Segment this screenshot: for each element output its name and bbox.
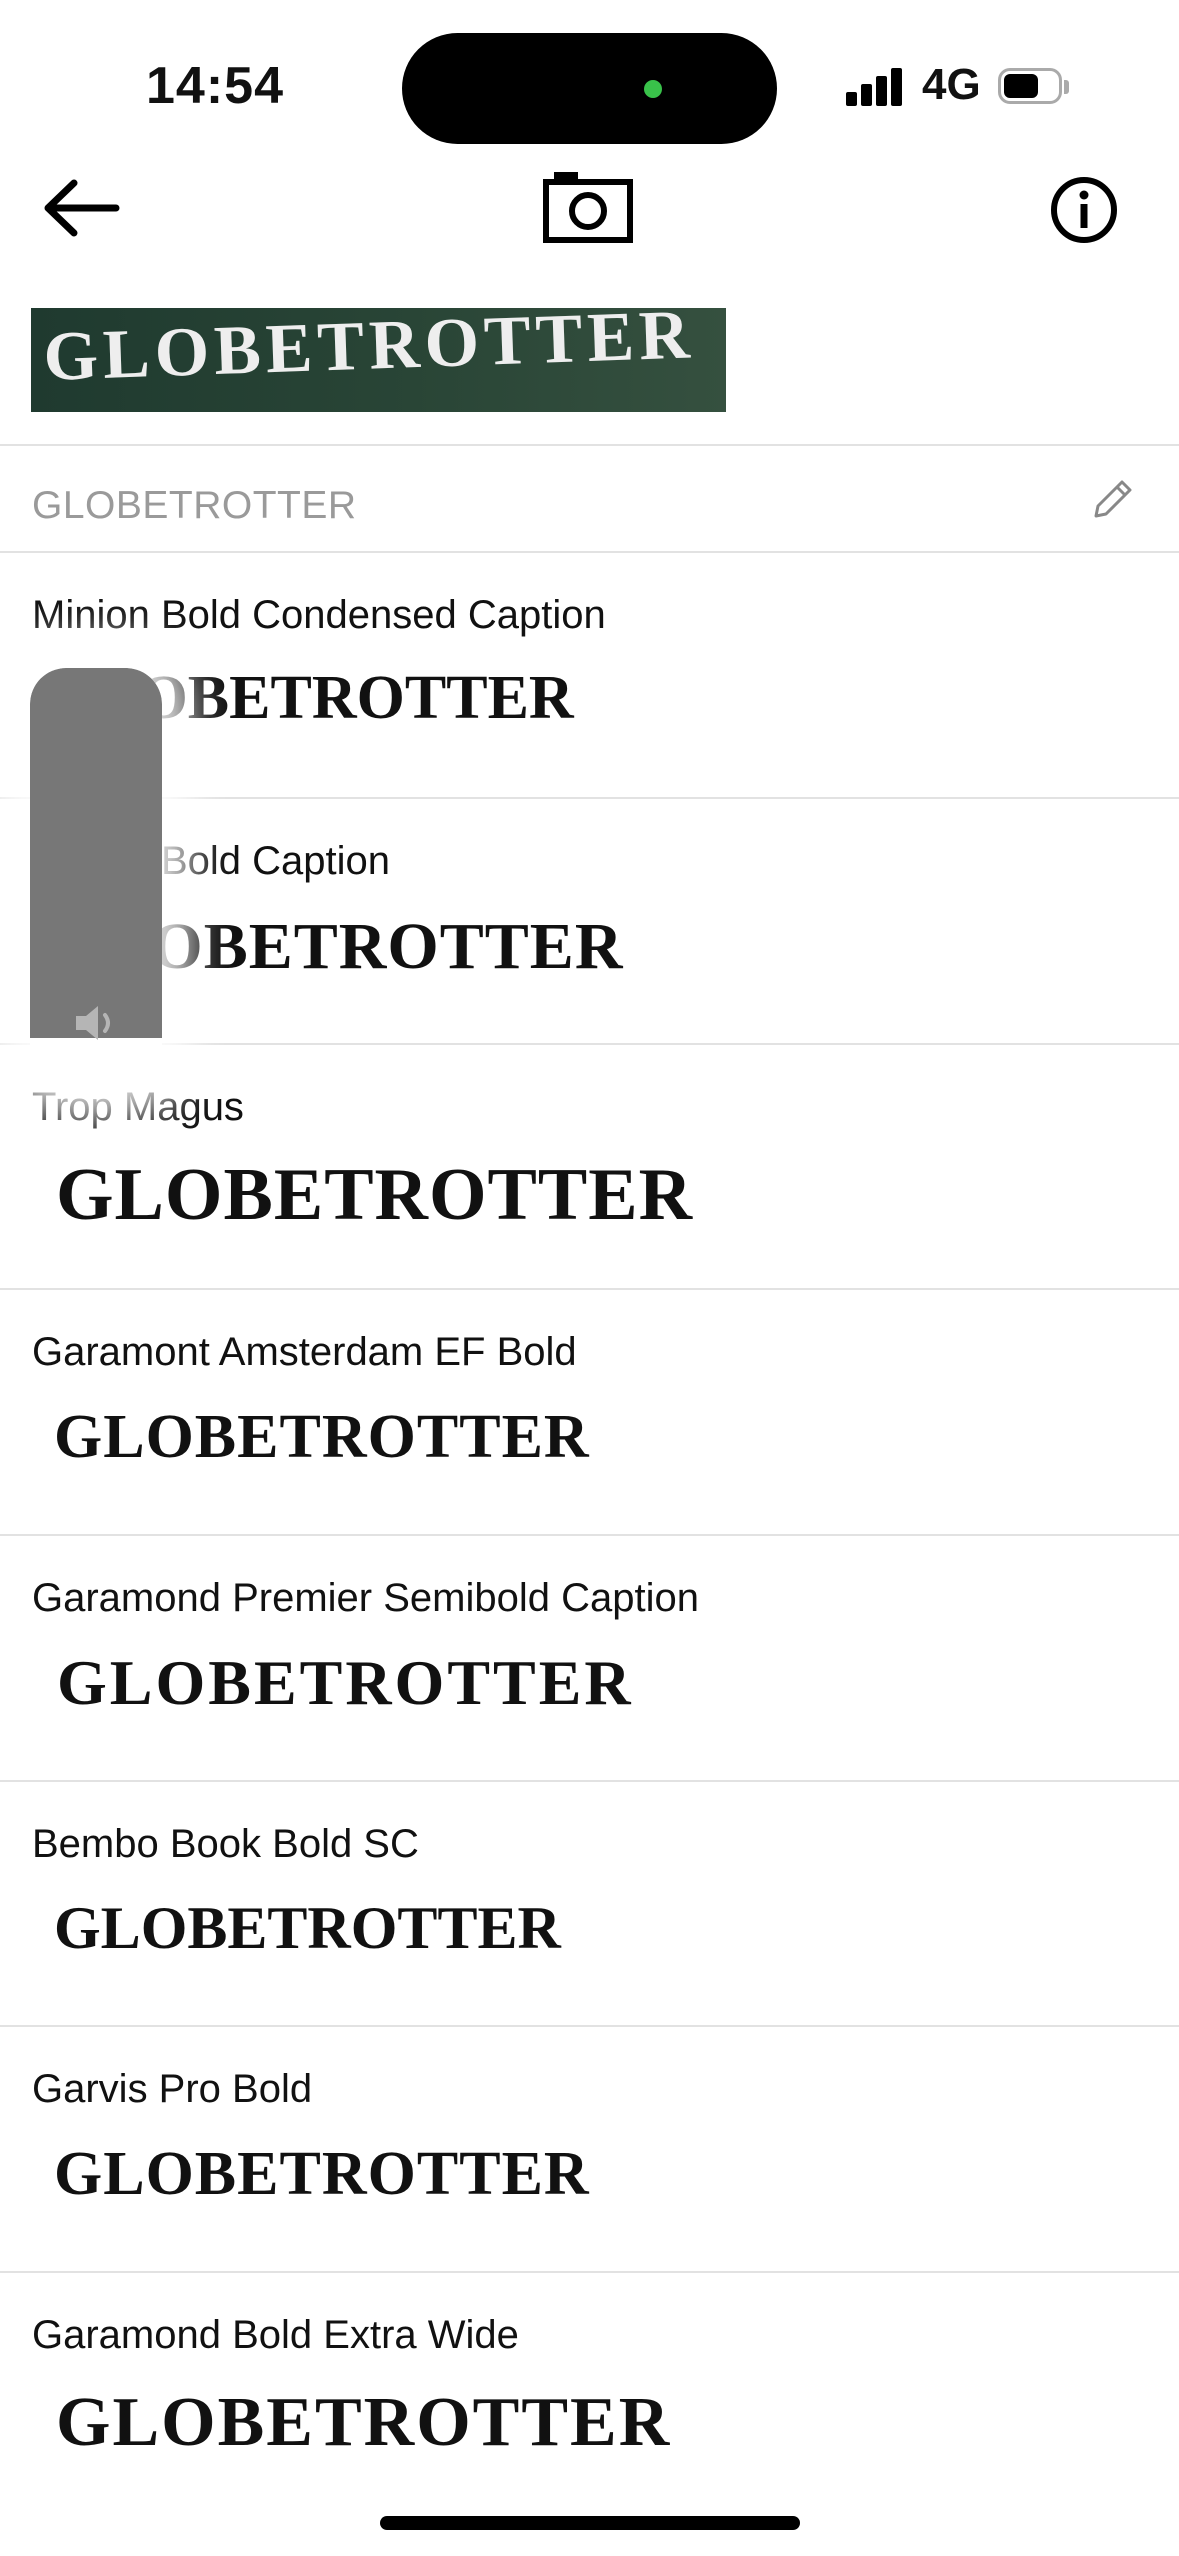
dynamic-island — [402, 33, 777, 144]
sample-text-image: GLOBETROTTER — [31, 308, 726, 412]
volume-slider[interactable] — [30, 668, 162, 1088]
font-sample: GLOBETROTTER — [57, 1647, 634, 1718]
font-name: Garamond Bold Extra Wide — [32, 2313, 519, 2357]
divider — [0, 444, 1179, 446]
font-result-row[interactable]: Minion Bold Condensed Caption GLOBETROTT… — [0, 553, 1179, 798]
home-indicator[interactable] — [380, 2516, 800, 2530]
font-sample: GLOBETROTTER — [56, 2384, 672, 2461]
font-result-row[interactable]: Garamont Amsterdam EF Bold GLOBETROTTER — [0, 1290, 1179, 1535]
sample-image-text: GLOBETROTTER — [42, 308, 696, 397]
camera-icon[interactable] — [542, 170, 634, 244]
network-type: 4G — [922, 60, 981, 109]
font-result-row[interactable]: Garamond Bold Extra Wide GLOBETROTTER — [0, 2273, 1179, 2518]
font-sample: GLOBETROTTER — [54, 1403, 590, 1471]
font-name: Garamont Amsterdam EF Bold — [32, 1330, 577, 1374]
speaker-icon — [76, 1006, 110, 1040]
font-name: Minion Bold Condensed Caption — [32, 593, 606, 637]
recognized-text-field[interactable]: GLOBETROTTER — [32, 484, 357, 528]
camera-indicator-dot — [644, 80, 662, 98]
font-sample: GLOBETROTTER — [56, 1154, 694, 1236]
volume-track — [30, 668, 162, 1038]
font-name: Trop Magus — [32, 1085, 244, 1129]
arrow-left-icon[interactable] — [38, 175, 122, 241]
battery-icon — [998, 68, 1070, 108]
font-result-row[interactable]: Trop Magus GLOBETROTTER — [0, 1045, 1179, 1290]
info-circle-icon[interactable] — [1050, 176, 1118, 244]
font-result-row[interactable]: Garvis Pro Bold GLOBETROTTER — [0, 2027, 1179, 2272]
font-sample: GLOBETROTTER — [54, 1895, 561, 1961]
font-sample: GLOBETROTTER — [54, 2140, 590, 2208]
font-result-row[interactable]: Minion Bold Caption GLOBETROTTER — [0, 799, 1179, 1044]
font-name: Garvis Pro Bold — [32, 2067, 313, 2111]
pencil-icon[interactable] — [1088, 474, 1138, 524]
font-name: Bembo Book Bold SC — [32, 1822, 419, 1866]
font-name: Garamond Premier Semibold Caption — [32, 1576, 699, 1620]
font-result-row[interactable]: Bembo Book Bold SC GLOBETROTTER — [0, 1782, 1179, 2027]
status-time: 14:54 — [146, 57, 284, 115]
font-result-row[interactable]: Garamond Premier Semibold Caption GLOBET… — [0, 1536, 1179, 1781]
cellular-signal-icon — [846, 66, 904, 106]
